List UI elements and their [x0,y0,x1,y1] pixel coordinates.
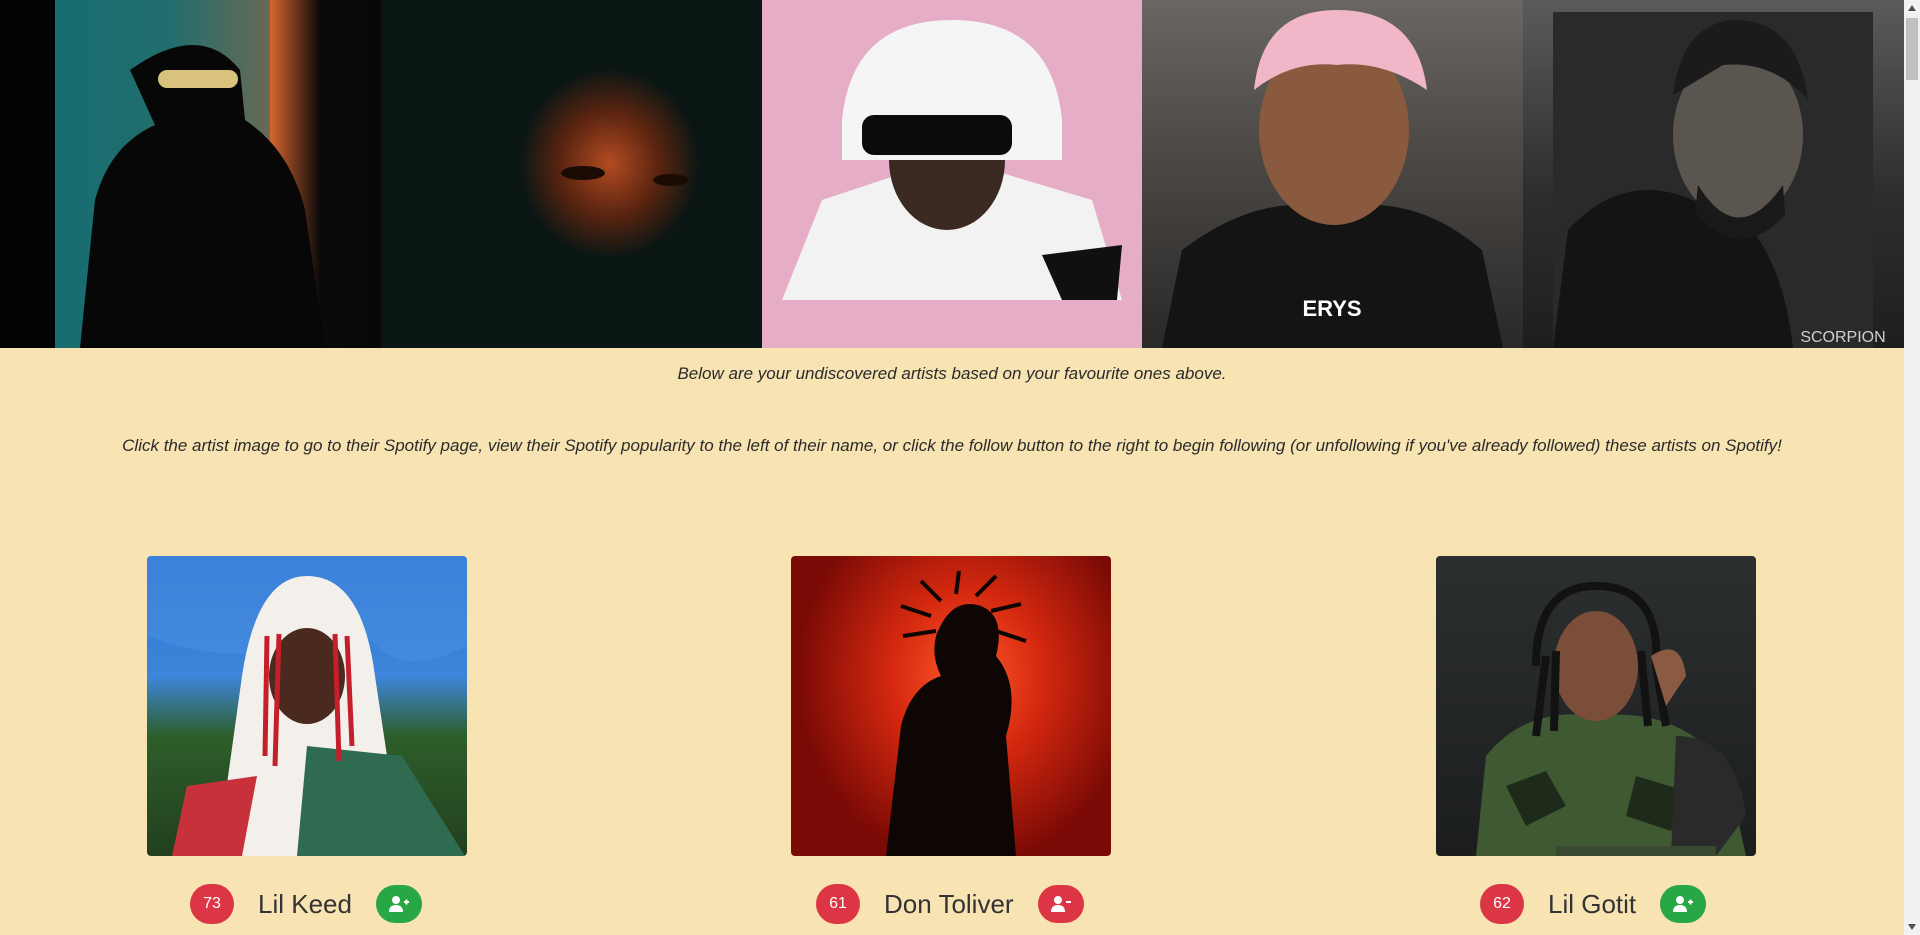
scrollbar-thumb[interactable] [1906,18,1918,80]
artist-info-row: 61 Don Toliver [816,884,1084,924]
artist-image-link[interactable] [791,556,1111,856]
unfollow-button[interactable] [1037,885,1084,923]
artist-name: Don Toliver [884,888,1014,919]
favourite-artist-image[interactable]: SCORPION [1523,0,1904,348]
artist-info-row: 62 Lil Gotit [1480,884,1707,924]
svg-text:SCORPION: SCORPION [1801,329,1886,346]
favourite-artist-image[interactable] [380,0,762,348]
follow-button[interactable] [375,885,422,923]
artist-name: Lil Keed [258,888,352,919]
artist-name: Lil Gotit [1548,888,1637,919]
artist-photo-icon: SCORPION [1553,12,1886,348]
page-scrollbar[interactable] [1904,0,1920,935]
favourite-artist-image[interactable]: ERYS [1142,0,1524,348]
user-minus-icon [1050,896,1071,912]
artist-image-link[interactable] [147,556,467,856]
artist-photo-icon [560,166,689,186]
popularity-badge: 73 [190,884,234,924]
artist-photo-icon [886,570,1027,856]
favourite-artist-image[interactable] [761,0,1143,348]
artist-photo-icon [147,556,467,856]
intro-text: Below are your undiscovered artists base… [677,364,1227,383]
scroll-up-arrow-icon[interactable] [1904,0,1920,16]
instructions-text: Click the artist image to go to their Sp… [122,436,1782,455]
artist-photo-icon [781,20,1122,300]
user-plus-icon [1673,896,1694,912]
favourite-artists-banner: ERYS SCORPION [0,0,1904,348]
popularity-badge: 61 [816,884,860,924]
artist-info-row: 73 Lil Keed [190,884,422,924]
artist-photo-icon [55,0,325,348]
popularity-badge: 62 [1480,884,1524,924]
artist-photo-icon: ERYS [1162,10,1504,348]
scroll-down-arrow-icon[interactable] [1904,919,1920,935]
artist-card [147,556,467,856]
artist-card [791,556,1111,856]
artist-photo-icon [1476,581,1746,856]
follow-button[interactable] [1660,885,1707,923]
user-plus-icon [388,896,409,912]
artist-card [1436,556,1756,856]
svg-text:ERYS: ERYS [1303,296,1362,321]
artist-image-link[interactable] [1436,556,1756,856]
favourite-artist-image[interactable] [0,0,381,348]
